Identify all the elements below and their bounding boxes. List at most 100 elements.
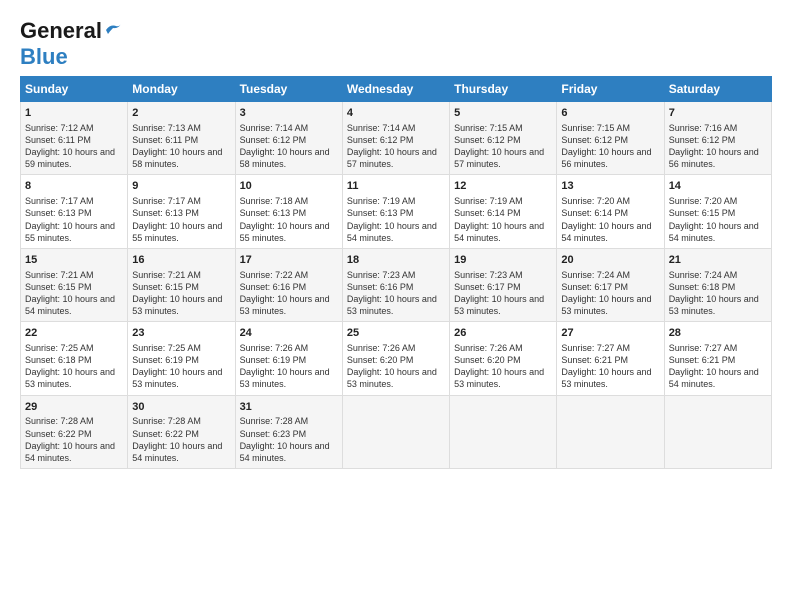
- calendar-cell: 19 Sunrise: 7:23 AM Sunset: 6:17 PM Dayl…: [450, 248, 557, 321]
- day-number: 4: [347, 106, 445, 121]
- day-header-wednesday: Wednesday: [342, 77, 449, 102]
- day-number: 8: [25, 179, 123, 194]
- daylight-text: Daylight: 10 hours and 53 minutes.: [454, 366, 552, 390]
- daylight-text: Daylight: 10 hours and 55 minutes.: [240, 220, 338, 244]
- day-number: 20: [561, 253, 659, 268]
- week-row-2: 8 Sunrise: 7:17 AM Sunset: 6:13 PM Dayli…: [21, 175, 772, 248]
- calendar-cell: 9 Sunrise: 7:17 AM Sunset: 6:13 PM Dayli…: [128, 175, 235, 248]
- daylight-text: Daylight: 10 hours and 54 minutes.: [347, 220, 445, 244]
- day-number: 27: [561, 326, 659, 341]
- day-header-tuesday: Tuesday: [235, 77, 342, 102]
- calendar-cell: 5 Sunrise: 7:15 AM Sunset: 6:12 PM Dayli…: [450, 102, 557, 175]
- day-number: 26: [454, 326, 552, 341]
- calendar-cell: [664, 395, 771, 468]
- calendar-cell: 10 Sunrise: 7:18 AM Sunset: 6:13 PM Dayl…: [235, 175, 342, 248]
- week-row-5: 29 Sunrise: 7:28 AM Sunset: 6:22 PM Dayl…: [21, 395, 772, 468]
- calendar-cell: 13 Sunrise: 7:20 AM Sunset: 6:14 PM Dayl…: [557, 175, 664, 248]
- day-number: 6: [561, 106, 659, 121]
- daylight-text: Daylight: 10 hours and 58 minutes.: [132, 146, 230, 170]
- sunset-text: Sunset: 6:15 PM: [669, 207, 767, 219]
- header: General Blue: [20, 18, 772, 70]
- sunrise-text: Sunrise: 7:20 AM: [561, 195, 659, 207]
- sunset-text: Sunset: 6:18 PM: [669, 281, 767, 293]
- page-container: General Blue SundayMondayTuesdayWednesda…: [0, 0, 792, 479]
- day-number: 5: [454, 106, 552, 121]
- sunrise-text: Sunrise: 7:13 AM: [132, 122, 230, 134]
- sunrise-text: Sunrise: 7:20 AM: [669, 195, 767, 207]
- daylight-text: Daylight: 10 hours and 59 minutes.: [25, 146, 123, 170]
- sunset-text: Sunset: 6:19 PM: [132, 354, 230, 366]
- sunrise-text: Sunrise: 7:24 AM: [669, 269, 767, 281]
- day-number: 9: [132, 179, 230, 194]
- day-number: 13: [561, 179, 659, 194]
- sunrise-text: Sunrise: 7:23 AM: [347, 269, 445, 281]
- calendar-cell: 24 Sunrise: 7:26 AM Sunset: 6:19 PM Dayl…: [235, 322, 342, 395]
- day-number: 17: [240, 253, 338, 268]
- calendar-cell: 20 Sunrise: 7:24 AM Sunset: 6:17 PM Dayl…: [557, 248, 664, 321]
- day-number: 29: [25, 400, 123, 415]
- sunset-text: Sunset: 6:13 PM: [25, 207, 123, 219]
- sunset-text: Sunset: 6:13 PM: [132, 207, 230, 219]
- calendar-cell: 14 Sunrise: 7:20 AM Sunset: 6:15 PM Dayl…: [664, 175, 771, 248]
- daylight-text: Daylight: 10 hours and 53 minutes.: [347, 293, 445, 317]
- daylight-text: Daylight: 10 hours and 53 minutes.: [347, 366, 445, 390]
- day-number: 11: [347, 179, 445, 194]
- day-header-saturday: Saturday: [664, 77, 771, 102]
- calendar-cell: 21 Sunrise: 7:24 AM Sunset: 6:18 PM Dayl…: [664, 248, 771, 321]
- day-number: 1: [25, 106, 123, 121]
- sunset-text: Sunset: 6:12 PM: [561, 134, 659, 146]
- calendar-cell: 27 Sunrise: 7:27 AM Sunset: 6:21 PM Dayl…: [557, 322, 664, 395]
- daylight-text: Daylight: 10 hours and 53 minutes.: [132, 366, 230, 390]
- sunrise-text: Sunrise: 7:17 AM: [25, 195, 123, 207]
- sunset-text: Sunset: 6:13 PM: [240, 207, 338, 219]
- sunset-text: Sunset: 6:23 PM: [240, 428, 338, 440]
- calendar-cell: 18 Sunrise: 7:23 AM Sunset: 6:16 PM Dayl…: [342, 248, 449, 321]
- sunrise-text: Sunrise: 7:16 AM: [669, 122, 767, 134]
- calendar-cell: 25 Sunrise: 7:26 AM Sunset: 6:20 PM Dayl…: [342, 322, 449, 395]
- calendar-cell: [557, 395, 664, 468]
- logo-bird-icon: [104, 22, 122, 36]
- sunrise-text: Sunrise: 7:19 AM: [454, 195, 552, 207]
- daylight-text: Daylight: 10 hours and 54 minutes.: [669, 220, 767, 244]
- daylight-text: Daylight: 10 hours and 57 minutes.: [347, 146, 445, 170]
- sunset-text: Sunset: 6:21 PM: [561, 354, 659, 366]
- calendar-cell: 17 Sunrise: 7:22 AM Sunset: 6:16 PM Dayl…: [235, 248, 342, 321]
- day-number: 31: [240, 400, 338, 415]
- daylight-text: Daylight: 10 hours and 53 minutes.: [669, 293, 767, 317]
- sunset-text: Sunset: 6:15 PM: [25, 281, 123, 293]
- day-number: 14: [669, 179, 767, 194]
- daylight-text: Daylight: 10 hours and 56 minutes.: [561, 146, 659, 170]
- sunrise-text: Sunrise: 7:28 AM: [132, 415, 230, 427]
- daylight-text: Daylight: 10 hours and 53 minutes.: [25, 366, 123, 390]
- sunrise-text: Sunrise: 7:25 AM: [132, 342, 230, 354]
- daylight-text: Daylight: 10 hours and 55 minutes.: [132, 220, 230, 244]
- day-number: 22: [25, 326, 123, 341]
- sunset-text: Sunset: 6:21 PM: [669, 354, 767, 366]
- day-number: 30: [132, 400, 230, 415]
- daylight-text: Daylight: 10 hours and 54 minutes.: [454, 220, 552, 244]
- calendar-cell: 16 Sunrise: 7:21 AM Sunset: 6:15 PM Dayl…: [128, 248, 235, 321]
- day-header-monday: Monday: [128, 77, 235, 102]
- sunrise-text: Sunrise: 7:17 AM: [132, 195, 230, 207]
- sunrise-text: Sunrise: 7:19 AM: [347, 195, 445, 207]
- calendar-cell: [450, 395, 557, 468]
- daylight-text: Daylight: 10 hours and 53 minutes.: [454, 293, 552, 317]
- daylight-text: Daylight: 10 hours and 53 minutes.: [240, 366, 338, 390]
- sunset-text: Sunset: 6:13 PM: [347, 207, 445, 219]
- sunset-text: Sunset: 6:16 PM: [240, 281, 338, 293]
- logo: General Blue: [20, 18, 122, 70]
- daylight-text: Daylight: 10 hours and 54 minutes.: [132, 440, 230, 464]
- sunrise-text: Sunrise: 7:24 AM: [561, 269, 659, 281]
- sunrise-text: Sunrise: 7:15 AM: [561, 122, 659, 134]
- sunset-text: Sunset: 6:14 PM: [561, 207, 659, 219]
- day-number: 19: [454, 253, 552, 268]
- day-number: 16: [132, 253, 230, 268]
- day-header-sunday: Sunday: [21, 77, 128, 102]
- sunset-text: Sunset: 6:16 PM: [347, 281, 445, 293]
- calendar-cell: 26 Sunrise: 7:26 AM Sunset: 6:20 PM Dayl…: [450, 322, 557, 395]
- sunset-text: Sunset: 6:14 PM: [454, 207, 552, 219]
- daylight-text: Daylight: 10 hours and 54 minutes.: [240, 440, 338, 464]
- day-number: 3: [240, 106, 338, 121]
- calendar-cell: 29 Sunrise: 7:28 AM Sunset: 6:22 PM Dayl…: [21, 395, 128, 468]
- sunrise-text: Sunrise: 7:21 AM: [132, 269, 230, 281]
